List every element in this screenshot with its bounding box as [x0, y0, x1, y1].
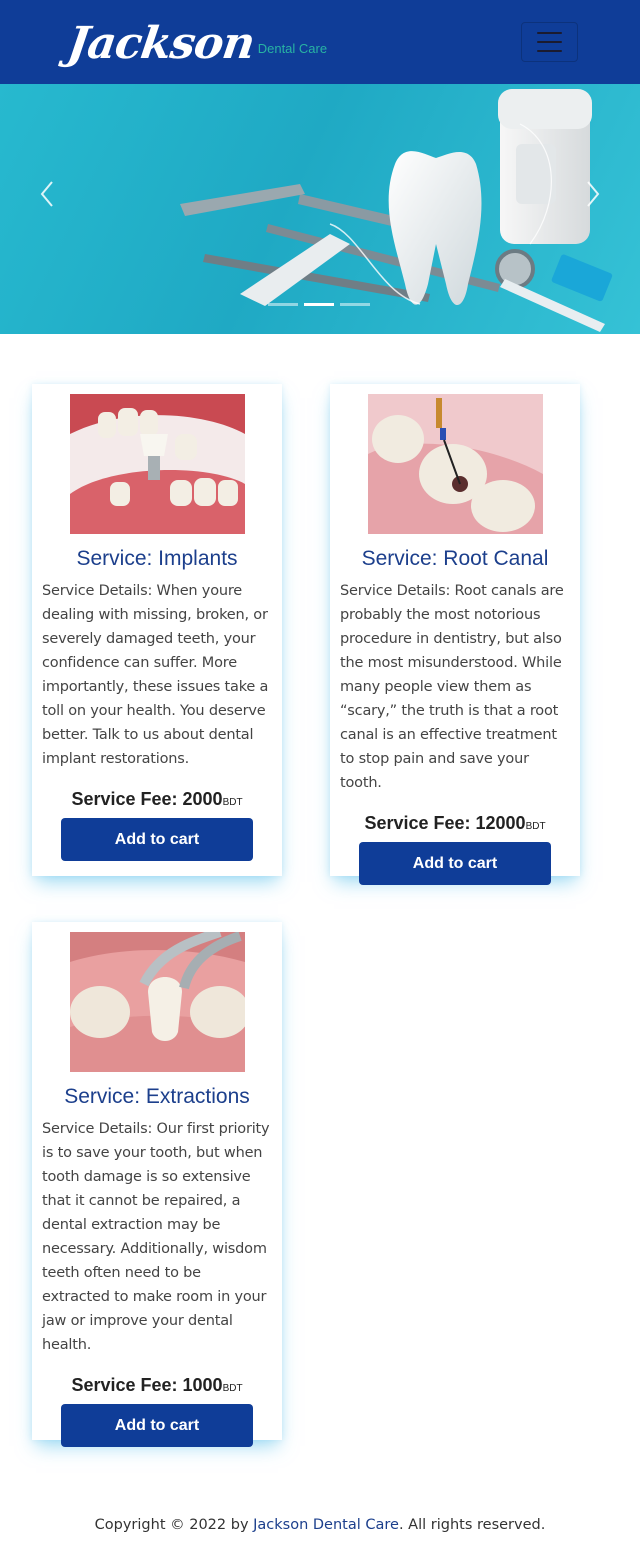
service-card-extractions: Service: Extractions Service Details: Ou…: [32, 922, 282, 1447]
carousel-prev-button[interactable]: [32, 174, 62, 214]
brand-logo[interactable]: Jackson Dental Care: [64, 12, 328, 72]
service-title: Service: Root Canal: [361, 547, 549, 570]
footer: Copyright © 2022 by Jackson Dental Care.…: [0, 1517, 640, 1533]
chevron-left-icon: [40, 181, 53, 207]
currency-label: BDT: [222, 797, 243, 808]
add-to-cart-button[interactable]: Add to cart: [61, 818, 253, 861]
carousel-indicator-active[interactable]: [304, 303, 334, 306]
service-details: Service Details: When youre dealing with…: [42, 583, 269, 767]
root-canal-image: [367, 394, 543, 534]
copyright-suffix: . All rights reserved.: [398, 1517, 546, 1533]
service-fee-amount: Service Fee: 12000: [364, 813, 526, 833]
company-link[interactable]: Jackson Dental Care: [253, 1517, 399, 1533]
extraction-image: [69, 932, 245, 1072]
add-to-cart-button[interactable]: Add to cart: [61, 1404, 253, 1447]
hamburger-bar: [537, 50, 562, 52]
add-to-cart-button[interactable]: Add to cart: [359, 842, 551, 885]
service-title: Service: Extractions: [64, 1085, 250, 1108]
navbar: Jackson Dental Care: [0, 0, 640, 84]
service-card-root-canal: Service: Root Canal Service Details: Roo…: [330, 384, 580, 885]
hamburger-bar: [537, 41, 562, 43]
carousel-indicator[interactable]: [340, 303, 370, 306]
service-fee: Service Fee: 12000BDT: [330, 813, 580, 834]
hero-carousel: [0, 84, 640, 334]
service-details: Service Details: Our first priority is t…: [42, 1121, 270, 1353]
carousel-indicators: [268, 303, 370, 306]
carousel-next-button[interactable]: [578, 174, 608, 214]
service-title: Service: Implants: [76, 547, 238, 570]
hamburger-menu-button[interactable]: [521, 22, 578, 62]
service-fee-amount: Service Fee: 2000: [71, 789, 223, 809]
dental-tools-image: [180, 89, 613, 332]
copyright-prefix: Copyright © 2022 by: [94, 1517, 254, 1533]
hamburger-bar: [537, 32, 562, 34]
service-fee: Service Fee: 2000BDT: [32, 789, 282, 810]
service-card-implants: Service: Implants Service Details: When …: [32, 384, 282, 876]
carousel-indicator[interactable]: [268, 303, 298, 306]
service-details: Service Details: Root canals are probabl…: [340, 583, 564, 791]
brand-subtitle: Dental Care: [257, 41, 328, 56]
chevron-right-icon: [587, 181, 600, 207]
service-fee: Service Fee: 1000BDT: [32, 1375, 282, 1396]
currency-label: BDT: [222, 1383, 243, 1394]
brand-script: Jackson: [64, 18, 258, 69]
implant-image: [69, 394, 245, 534]
currency-label: BDT: [525, 821, 546, 832]
service-fee-amount: Service Fee: 1000: [71, 1375, 223, 1395]
